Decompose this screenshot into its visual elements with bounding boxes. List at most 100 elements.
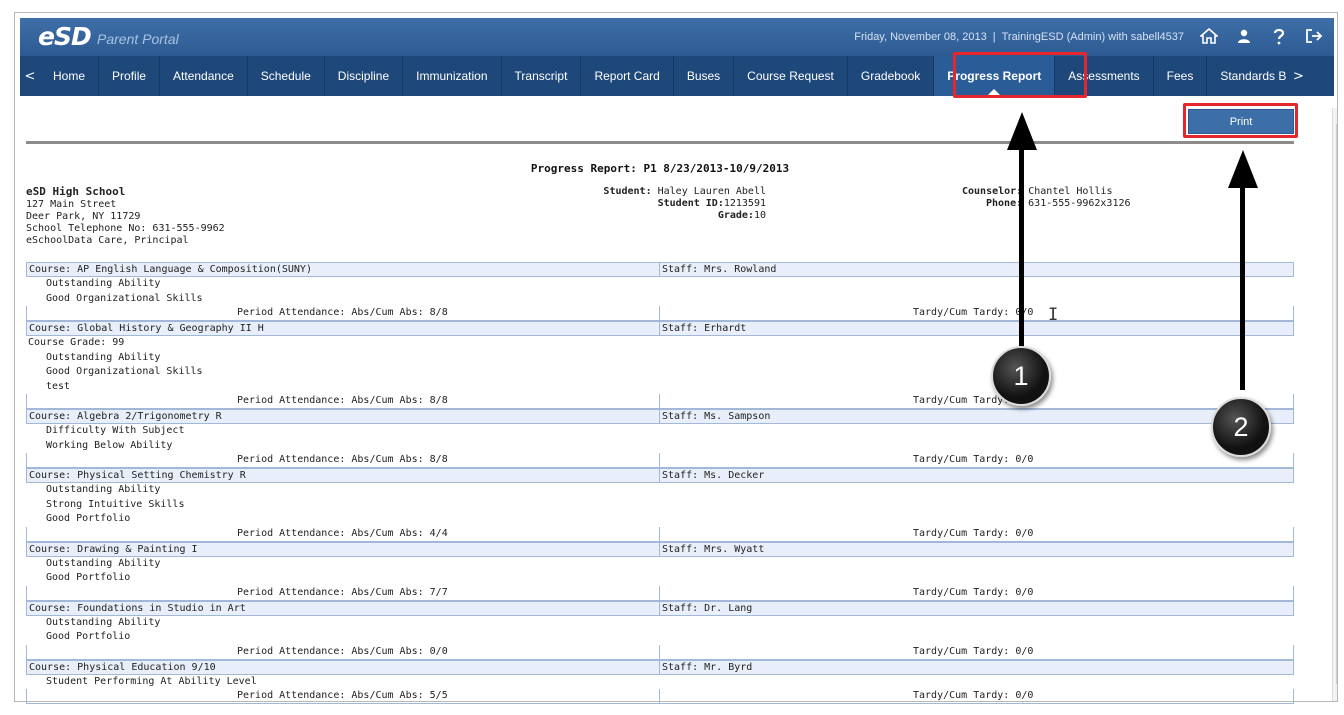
- course-attendance-row: Period Attendance: Abs/Cum Abs: 8/8 Tardy…: [26, 453, 1294, 468]
- course-comment: Good Portfolio: [46, 631, 131, 642]
- tardy-count: Tardy/Cum Tardy: 0/0: [913, 454, 1034, 465]
- portal-name: Parent Portal: [97, 31, 179, 47]
- scroll-up-icon[interactable]: ▲: [1333, 108, 1337, 122]
- course-comment: Outstanding Ability: [46, 484, 161, 495]
- course-attendance-row: Period Attendance: Abs/Cum Abs: 0/0 Tardy…: [26, 644, 1294, 660]
- esd-logo[interactable]: eSD: [38, 22, 92, 51]
- course-staff: Staff: Dr. Lang: [659, 601, 752, 615]
- course-comment: Good Organizational Skills: [46, 366, 203, 377]
- course-comment: Strong Intuitive Skills: [46, 498, 185, 510]
- text-cursor-icon: I: [1048, 305, 1059, 325]
- course-header: Course: Global History & Geography II H S…: [26, 321, 1294, 336]
- course-name: Course: Physical Setting Chemistry R: [29, 470, 246, 481]
- callout-badge-2: 2: [1211, 397, 1271, 457]
- school-principal: eSchoolData Care, Principal: [26, 235, 189, 246]
- vertical-scrollbar[interactable]: ▲ ≡ ▼: [1332, 108, 1337, 701]
- course-comment: Outstanding Ability: [46, 278, 161, 289]
- course-name: Course: Physical Education 9/10: [29, 661, 216, 673]
- tardy-count: Tardy/Cum Tardy: 0/0: [913, 690, 1034, 701]
- tab-schedule[interactable]: Schedule: [248, 56, 325, 96]
- course-comment: Good Portfolio: [46, 572, 131, 583]
- help-icon[interactable]: [1269, 26, 1289, 46]
- period-attendance: Period Attendance: Abs/Cum Abs: 0/0: [237, 645, 448, 657]
- counselor-info: Counselor: Chantel Hollis Phone: 631-555…: [962, 186, 1131, 210]
- course-comment: Student Performing At Ability Level: [46, 675, 257, 687]
- course-comment: Working Below Ability: [46, 439, 173, 451]
- course-header: Course: Foundations in Studio in Art Staf…: [26, 600, 1294, 616]
- student-info: Student: Haley Lauren Abell Student ID:1…: [586, 186, 766, 222]
- course-name: Course: Foundations in Studio in Art: [29, 602, 246, 614]
- scroll-thumb[interactable]: [1336, 124, 1337, 684]
- course-header: Course: Algebra 2/Trigonometry R Staff: M…: [26, 409, 1294, 424]
- tab-transcript[interactable]: Transcript: [502, 56, 582, 96]
- tab-profile[interactable]: Profile: [99, 56, 161, 96]
- courses-table: Course: AP English Language & Compositio…: [26, 262, 1294, 704]
- header-divider: [26, 141, 1294, 144]
- school-address-2: Deer Park, NY 11729: [26, 211, 141, 222]
- period-attendance: Period Attendance: Abs/Cum Abs: 5/5: [237, 690, 448, 701]
- cell-divider: [659, 394, 660, 408]
- school-phone: School Telephone No: 631-555-9962: [26, 223, 225, 234]
- student-id: 1213591: [723, 198, 766, 209]
- tardy-count: Tardy/Cum Tardy: 0/0: [913, 527, 1034, 539]
- student-name-label: Student:: [603, 186, 652, 197]
- tab-immunization[interactable]: Immunization: [403, 56, 502, 96]
- nav-prev-arrow[interactable]: <: [20, 56, 40, 96]
- cell-divider: [659, 585, 660, 600]
- tab-fees[interactable]: Fees: [1154, 56, 1208, 96]
- course-attendance-row: Period Attendance: Abs/Cum Abs: 5/5 Tardy…: [26, 689, 1294, 704]
- course-comment: test: [46, 380, 71, 392]
- callout-arrow-2-head: [1228, 150, 1258, 188]
- course-staff: Staff: Ms. Decker: [659, 469, 764, 482]
- tab-progress-report[interactable]: Progress Report: [934, 56, 1056, 96]
- course-staff: Staff: Erhardt: [659, 322, 746, 335]
- counselor-phone-label: Phone:: [986, 198, 1023, 209]
- course-staff: Staff: Mr. Byrd: [659, 660, 752, 674]
- course-staff: Staff: Mrs. Rowland: [659, 263, 776, 276]
- home-icon[interactable]: [1199, 26, 1219, 46]
- tab-assessments[interactable]: Assessments: [1055, 56, 1154, 96]
- course-attendance-row: Period Attendance: Abs/Cum Abs: 8/8 Tardy…: [26, 306, 1294, 321]
- school-address-1: 127 Main Street: [26, 199, 117, 210]
- tab-gradebook[interactable]: Gradebook: [848, 56, 935, 96]
- nav-next-arrow[interactable]: >: [1288, 56, 1308, 96]
- period-attendance: Period Attendance: Abs/Cum Abs: 8/8: [237, 307, 448, 318]
- course-comment: Outstanding Ability: [46, 616, 161, 628]
- student-grade-label: Grade:: [717, 210, 754, 221]
- counselor-name: Chantel Hollis: [1028, 186, 1113, 197]
- course-name: Course: AP English Language & Compositio…: [29, 264, 312, 275]
- tab-report-card[interactable]: Report Card: [581, 56, 674, 96]
- tab-discipline[interactable]: Discipline: [325, 56, 404, 96]
- course-name: Course: Algebra 2/Trigonometry R: [29, 411, 222, 422]
- callout-arrow-1-head: [1007, 112, 1037, 150]
- cell-divider: [659, 306, 660, 320]
- tab-buses[interactable]: Buses: [674, 56, 735, 96]
- course-attendance-row: Period Attendance: Abs/Cum Abs: 8/8 Tardy…: [26, 394, 1294, 409]
- callout-arrow-1: [1019, 150, 1024, 348]
- course-staff: Staff: Ms. Sampson: [659, 410, 770, 423]
- current-date: Friday, November 08, 2013: [854, 31, 987, 43]
- cell-divider: [659, 644, 660, 659]
- main-nav: < Home Profile Attendance Schedule Disci…: [20, 56, 1334, 96]
- cell-divider: [659, 526, 660, 541]
- tab-attendance[interactable]: Attendance: [160, 56, 248, 96]
- course-name: Course: Drawing & Painting I: [29, 543, 198, 555]
- course-name: Course: Global History & Geography II H: [29, 323, 264, 334]
- course-comment: Outstanding Ability: [46, 351, 161, 363]
- user-icon[interactable]: [1234, 26, 1254, 46]
- course-staff: Staff: Mrs. Wyatt: [659, 542, 764, 556]
- tardy-count: Tardy/Cum Tardy: 0/0: [913, 307, 1034, 318]
- tardy-count: Tardy/Cum Tardy: 0/0: [913, 586, 1034, 598]
- tab-standards[interactable]: Standards B: [1207, 56, 1288, 96]
- counselor-label: Counselor:: [962, 186, 1023, 197]
- cell-divider: [659, 689, 660, 703]
- tab-home[interactable]: Home: [40, 56, 100, 96]
- session-info: Friday, November 08, 2013 | TrainingESD (A…: [854, 31, 1184, 43]
- period-attendance: Period Attendance: Abs/Cum Abs: 4/4: [237, 527, 448, 539]
- logout-icon[interactable]: [1304, 26, 1324, 46]
- scroll-down-icon[interactable]: ▼: [1333, 699, 1337, 701]
- print-button[interactable]: Print: [1188, 109, 1294, 134]
- tab-course-request[interactable]: Course Request: [734, 56, 848, 96]
- student-grade: 10: [753, 210, 766, 221]
- school-info: eSD High School 127 Main Street Deer Par…: [26, 186, 225, 247]
